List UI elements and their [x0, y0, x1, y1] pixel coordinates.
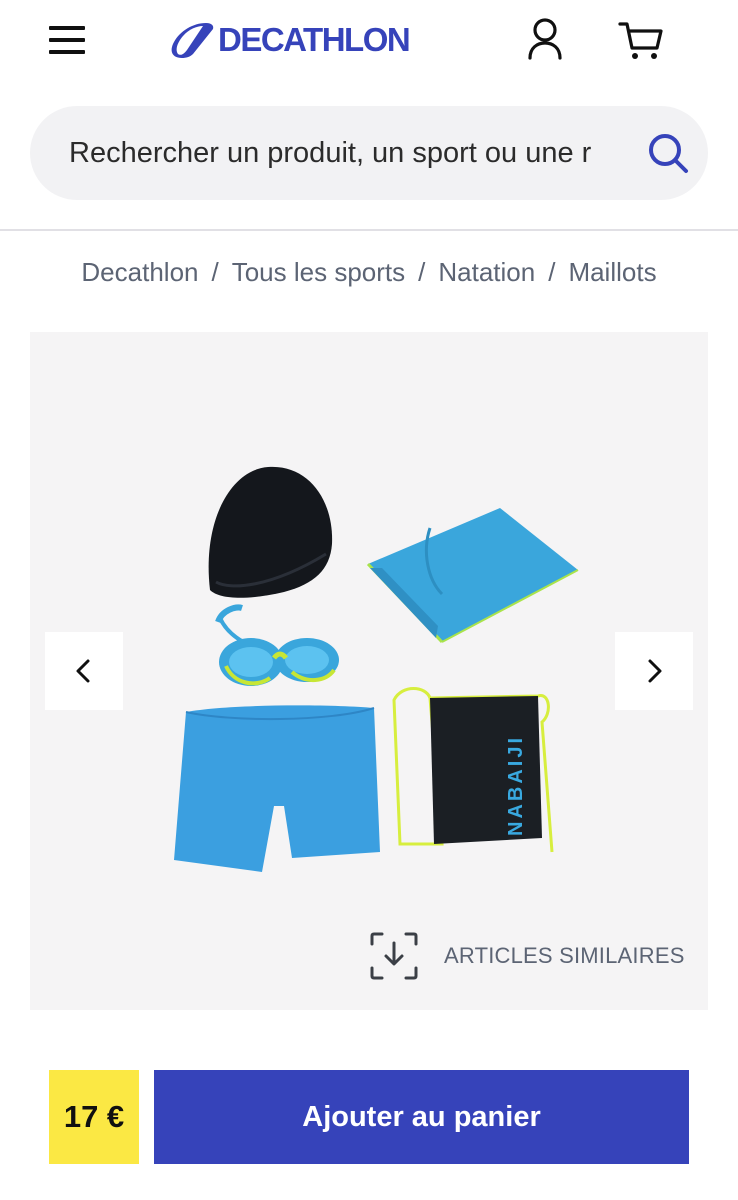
header: DECATHLON	[0, 0, 738, 90]
search-bar	[30, 106, 708, 200]
gallery-next-button[interactable]	[615, 632, 693, 710]
search-input[interactable]	[69, 130, 631, 176]
menu-button[interactable]	[42, 18, 92, 62]
chevron-left-icon	[76, 659, 90, 683]
hamburger-icon-bar-2	[49, 38, 85, 42]
similar-articles-button[interactable]: ARTICLES SIMILAIRES	[368, 928, 685, 984]
user-icon	[528, 18, 562, 60]
breadcrumb: Decathlon / Tous les sports / Natation /…	[0, 250, 738, 294]
product-image: NABAIJI	[174, 466, 579, 872]
breadcrumb-item-maillots[interactable]: Maillots	[568, 257, 656, 288]
price-tag: 17 €	[49, 1070, 139, 1164]
gallery-prev-button[interactable]	[45, 632, 123, 710]
hamburger-icon-bar-3	[49, 50, 85, 54]
account-button[interactable]	[519, 14, 571, 66]
visual-search-icon	[370, 932, 418, 980]
product-gallery: NABAIJI ARTICLES SIMILAIRES	[30, 332, 708, 1010]
search-button[interactable]	[642, 126, 696, 180]
swim-cap-image	[208, 466, 333, 598]
breadcrumb-separator: /	[418, 256, 426, 287]
goggles-image	[215, 604, 339, 686]
logo-mark-icon	[171, 23, 214, 58]
brand-name: DECATHLON	[218, 21, 411, 58]
breadcrumb-separator: /	[211, 256, 219, 287]
breadcrumb-separator: /	[548, 256, 556, 287]
search-icon	[649, 134, 688, 173]
breadcrumb-item-decathlon[interactable]: Decathlon	[81, 257, 198, 288]
hamburger-icon-bar-1	[49, 26, 85, 30]
add-to-cart-button[interactable]: Ajouter au panier	[154, 1070, 689, 1164]
decathlon-logo[interactable]: DECATHLON	[168, 18, 411, 62]
bag-print-text: NABAIJI	[505, 735, 527, 836]
drawstring-bag-image: NABAIJI	[392, 687, 554, 853]
chevron-right-icon	[648, 659, 662, 683]
cart-icon	[618, 22, 663, 59]
similar-articles-label: ARTICLES SIMILAIRES	[444, 943, 685, 968]
header-divider	[0, 229, 738, 231]
breadcrumb-item-natation[interactable]: Natation	[438, 257, 535, 288]
swim-shorts-image	[174, 705, 380, 872]
cart-button[interactable]	[615, 14, 667, 66]
breadcrumb-item-tous-les-sports[interactable]: Tous les sports	[232, 257, 405, 288]
towel-image	[366, 508, 579, 644]
